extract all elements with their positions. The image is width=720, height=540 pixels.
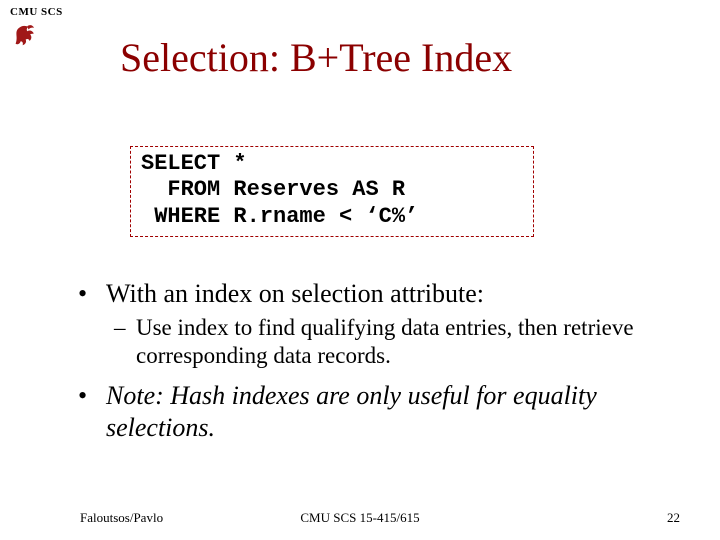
bullet-item: • Note: Hash indexes are only useful for…: [78, 380, 670, 443]
bullet-text-2: Note: Hash indexes are only useful for e…: [106, 380, 670, 443]
footer-page-number: 22: [667, 510, 680, 526]
slide: CMU SCS Selection: B+Tree Index SELECT *…: [0, 0, 720, 540]
header-block: CMU SCS: [10, 6, 63, 53]
sub-bullet-item: – Use index to find qualifying data entr…: [114, 314, 670, 370]
slide-header: CMU SCS: [10, 6, 63, 53]
sql-rest-1: *: [220, 151, 246, 176]
sql-kw-where: WHERE: [141, 204, 220, 229]
bullet-list: • With an index on selection attribute: …: [78, 278, 670, 447]
sub-bullet-text-1: Use index to find qualifying data entrie…: [136, 314, 670, 370]
dragon-logo-icon: [10, 20, 38, 48]
slide-title: Selection: B+Tree Index: [120, 34, 512, 81]
bullet-marker-icon: •: [78, 380, 106, 412]
sql-rest-2: Reserves AS R: [220, 177, 405, 202]
footer-course: CMU SCS 15-415/615: [0, 510, 720, 526]
sql-kw-from: FROM: [141, 177, 220, 202]
org-label: CMU SCS: [10, 6, 63, 18]
bullet-marker-icon: •: [78, 278, 106, 310]
bullet-text-1: With an index on selection attribute:: [106, 278, 484, 310]
bullet-item: • With an index on selection attribute:: [78, 278, 670, 310]
sql-kw-select: SELECT: [141, 151, 220, 176]
sql-query-box: SELECT * FROM Reserves AS R WHERE R.rnam…: [130, 146, 534, 237]
dash-marker-icon: –: [114, 314, 136, 342]
sql-rest-3: R.rname < ‘C%’: [220, 204, 418, 229]
